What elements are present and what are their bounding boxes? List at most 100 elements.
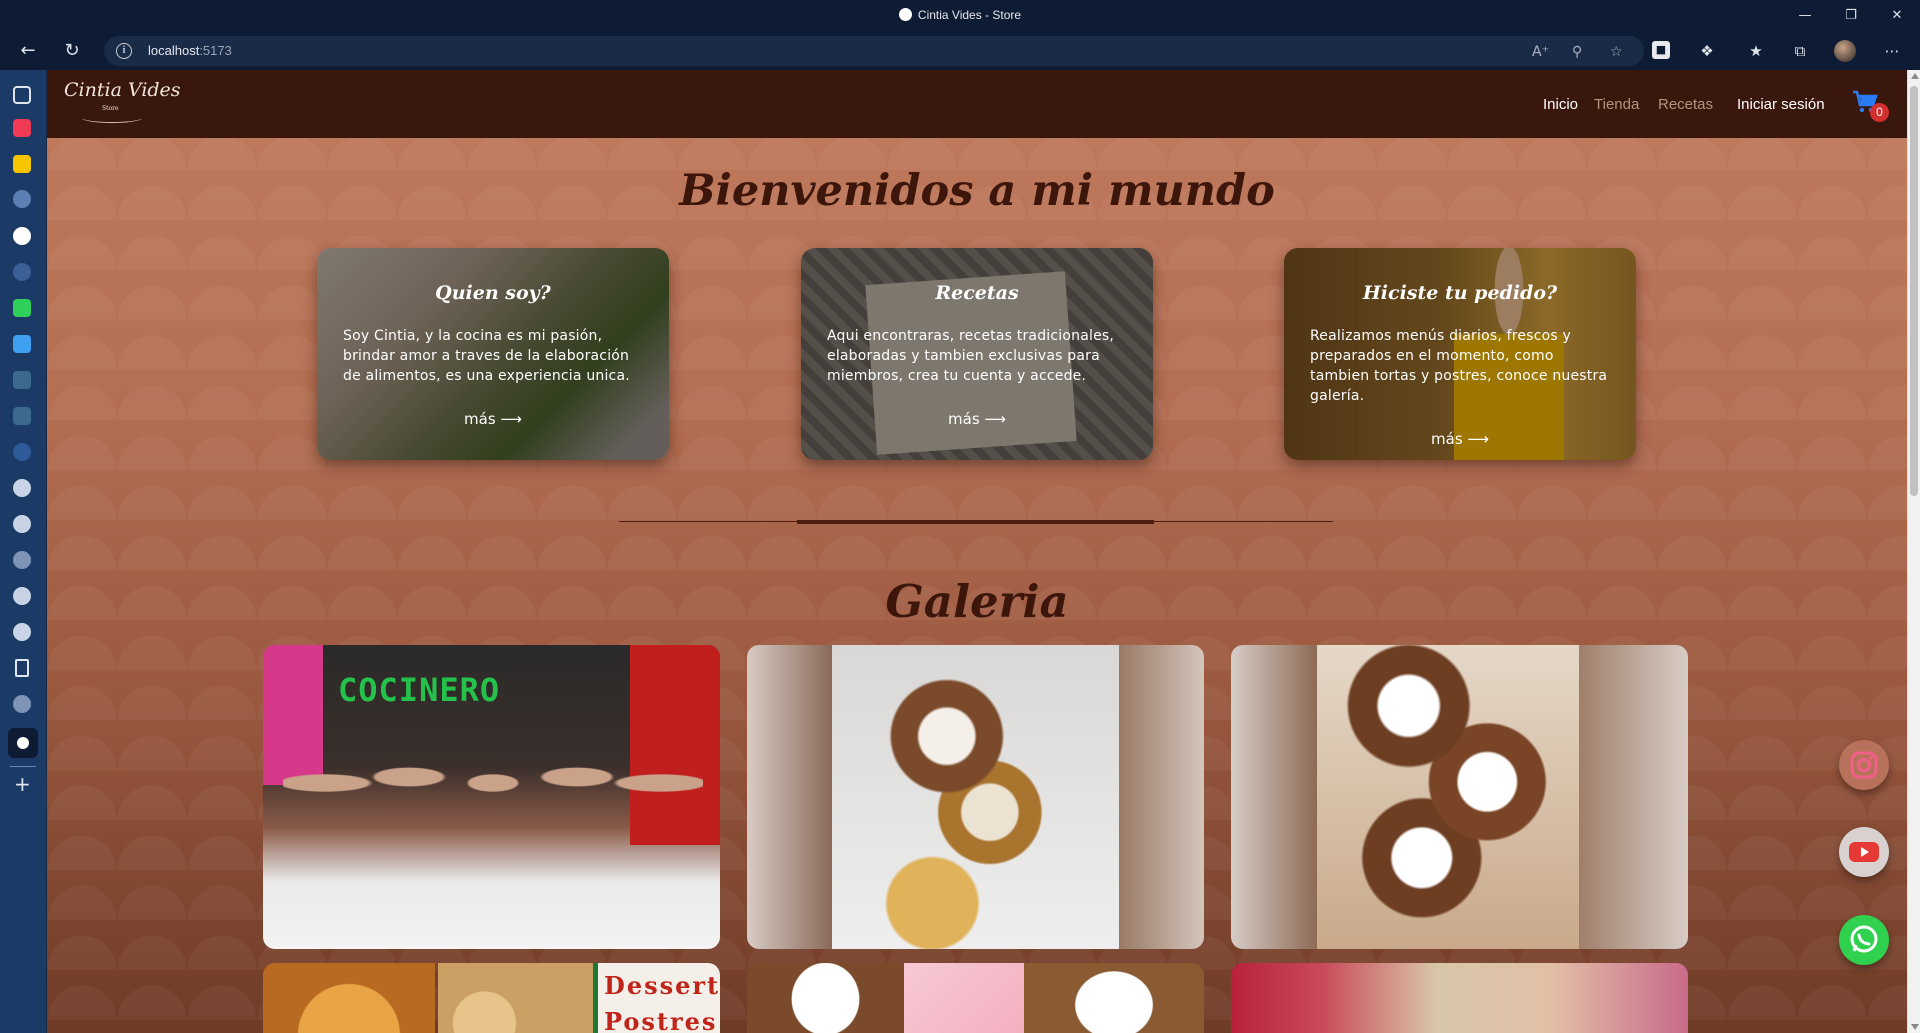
github-alt-icon[interactable] — [13, 263, 31, 281]
scrollbar-thumb[interactable] — [1910, 86, 1918, 496]
scroll-down-arrow-icon[interactable] — [1911, 1024, 1919, 1030]
nav-link-recetas[interactable]: Recetas — [1658, 96, 1713, 113]
card-more-link[interactable]: más ⟶ — [1284, 430, 1636, 448]
page-scrollbar[interactable] — [1907, 70, 1920, 1033]
gallery-image-cupcakes[interactable] — [1231, 645, 1688, 949]
nav-link-tienda[interactable]: Tienda — [1594, 96, 1639, 113]
profile-avatar[interactable] — [1834, 40, 1856, 62]
blurred-edge-image — [1119, 645, 1204, 949]
youtube-button[interactable] — [1839, 827, 1889, 877]
sidebar-triangle3-icon[interactable] — [13, 587, 31, 605]
cart-count-badge: 0 — [1870, 103, 1889, 122]
pie-image — [263, 963, 435, 1033]
blurred-edge-image — [1579, 645, 1688, 949]
minimize-button[interactable]: — — [1782, 0, 1828, 32]
sidebar-triangle-icon[interactable] — [13, 479, 31, 497]
logo-sprig-icon — [82, 113, 142, 123]
page-viewport: Cintia Vides Store Inicio Tienda Recetas… — [47, 70, 1907, 1033]
restore-button[interactable]: ❐ — [1828, 0, 1874, 32]
desserts-table-image — [832, 645, 1119, 949]
extension-shield-icon[interactable]: ■ — [1652, 41, 1670, 59]
dessert-sign-line2: Postres — [604, 1007, 718, 1033]
sidebar-divider — [10, 766, 36, 767]
card-recetas: Recetas Aqui encontraras, recetas tradic… — [801, 248, 1153, 460]
sidebar-app-teal-icon[interactable] — [13, 371, 31, 389]
section-divider-accent — [797, 520, 1154, 524]
browser-titlebar: Cintia Vides - Store — ❐ ✕ — [0, 0, 1920, 32]
sidebar-app-yellow-icon[interactable] — [13, 155, 31, 173]
cupcakes-image — [1317, 645, 1579, 949]
browser-sidebar: + — [0, 70, 47, 1033]
sidebar-triangle2-icon[interactable] — [13, 515, 31, 533]
window-title: Cintia Vides - Store — [0, 8, 1920, 22]
blurred-edge-image — [747, 645, 832, 949]
nav-link-login[interactable]: Iniciar sesión — [1737, 96, 1825, 113]
url-text: localhost:5173 — [148, 43, 232, 58]
sidebar-app-green-icon[interactable] — [13, 299, 31, 317]
group-people-image — [283, 735, 703, 855]
sidebar-circle-icon[interactable] — [13, 551, 31, 569]
nav-link-inicio[interactable]: Inicio — [1543, 96, 1578, 113]
cocinero-banner-text: COCINERO — [338, 671, 501, 709]
back-button[interactable]: ← — [14, 37, 42, 65]
pink-panel-image — [904, 963, 1024, 1033]
gallery-image-group-selfie[interactable] — [1231, 963, 1688, 1033]
meringue-cake2-image — [1024, 963, 1204, 1033]
card-pedido: Hiciste tu pedido? Realizamos menús diar… — [1284, 248, 1636, 460]
add-sidebar-app-icon[interactable]: + — [14, 772, 31, 796]
meringue-cake-image — [747, 963, 904, 1033]
welcome-heading: Bienvenidos a mi mundo — [679, 166, 1275, 216]
more-menu-icon[interactable]: ⋯ — [1882, 41, 1902, 61]
site-navbar: Cintia Vides Store Inicio Tienda Recetas… — [47, 70, 1907, 138]
sidebar-dot-icon[interactable] — [13, 443, 31, 461]
card-quien-soy: Quien soy? Soy Cintia, y la cocina es mi… — [317, 248, 669, 460]
address-bar-row: ← ↻ i localhost:5173 A⁺ ⚲ ☆ ■ ❖ ★ ⧉ ⋯ — [0, 32, 1920, 70]
refresh-button[interactable]: ↻ — [58, 37, 86, 65]
logo-text: Cintia Vides — [64, 79, 181, 101]
site-favicon-icon — [898, 8, 912, 21]
sidebar-app-blue-icon[interactable] — [13, 335, 31, 353]
gallery-image-cooks-group[interactable]: COCINERO — [263, 645, 720, 949]
pastries-image — [438, 963, 593, 1033]
scroll-up-arrow-icon[interactable] — [1911, 73, 1919, 79]
gallery-image-desserts-table[interactable] — [747, 645, 1204, 949]
address-input[interactable]: i localhost:5173 A⁺ ⚲ ☆ — [104, 36, 1644, 66]
group-selfie-image — [1231, 963, 1688, 1033]
extensions-icon[interactable]: ❖ — [1697, 41, 1717, 61]
card-more-link[interactable]: más ⟶ — [317, 410, 669, 428]
card-title: Quien soy? — [435, 282, 551, 304]
sidebar-app-red-icon[interactable] — [13, 119, 31, 137]
card-more-link[interactable]: más ⟶ — [801, 410, 1153, 428]
card-title: Recetas — [935, 282, 1019, 304]
sidebar-circle2-icon[interactable] — [13, 695, 31, 713]
site-logo[interactable]: Cintia Vides Store — [64, 79, 181, 129]
card-text: Realizamos menús diarios, frescos y prep… — [1310, 328, 1608, 404]
whatsapp-icon — [1850, 925, 1878, 953]
sidebar-triangle4-icon[interactable] — [13, 623, 31, 641]
instagram-icon — [1850, 751, 1878, 779]
gallery-image-meringue-cakes[interactable] — [747, 963, 1204, 1033]
github-icon[interactable] — [13, 227, 31, 245]
collections-icon[interactable]: ⧉ — [1790, 41, 1810, 61]
whatsapp-button[interactable] — [1839, 915, 1889, 965]
blurred-edge-image — [1231, 645, 1317, 949]
instagram-button[interactable] — [1839, 740, 1889, 790]
add-favorite-icon[interactable]: ☆ — [1610, 44, 1623, 60]
cart-button[interactable]: 0 — [1852, 90, 1889, 122]
tab-actions-icon[interactable] — [13, 86, 31, 104]
dessert-sign-image: Dessert Postres — [593, 963, 720, 1033]
gallery-image-dessert-postres[interactable]: Dessert Postres — [263, 963, 720, 1033]
close-window-button[interactable]: ✕ — [1874, 0, 1920, 32]
gallery-heading: Galeria — [885, 575, 1069, 628]
favorites-icon[interactable]: ★ — [1746, 41, 1766, 61]
sidebar-app-teal2-icon[interactable] — [13, 407, 31, 425]
sidebar-cloud-icon[interactable] — [13, 190, 31, 208]
zoom-icon[interactable]: ⚲ — [1572, 44, 1582, 60]
active-sidebar-app-icon[interactable] — [8, 728, 38, 758]
youtube-icon — [1849, 842, 1879, 862]
document-icon[interactable] — [15, 659, 29, 677]
dessert-sign-line1: Dessert — [604, 971, 720, 1000]
card-text: Soy Cintia, y la cocina es mi pasión, br… — [343, 328, 630, 384]
read-aloud-icon[interactable]: A⁺ — [1532, 44, 1549, 60]
site-info-icon[interactable]: i — [116, 43, 132, 59]
